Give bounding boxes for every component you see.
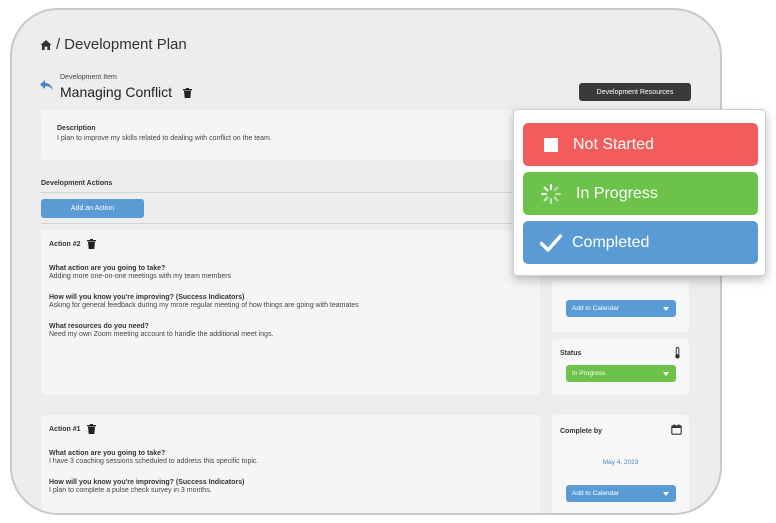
add-action-button[interactable]: Add an Action <box>41 199 144 218</box>
add-to-calendar-select[interactable]: Add to Calendar <box>566 300 676 317</box>
status-card: Status In Progress <box>552 339 689 395</box>
action-question-block: How will you know you're improving? (Suc… <box>49 479 532 494</box>
home-icon[interactable] <box>40 39 52 51</box>
question-label: What action are you going to take? <box>49 265 166 272</box>
item-kicker: Development Item <box>60 74 117 81</box>
action-card: Action #1 What action are you going to t… <box>41 415 540 513</box>
question-label: What action are you going to take? <box>49 450 166 457</box>
status-select[interactable]: In Progress <box>566 365 676 382</box>
complete-by-date[interactable]: May 4, 2023 <box>552 459 689 466</box>
calendar-card: Add to Calendar <box>552 280 689 332</box>
status-option-not-started[interactable]: Not Started <box>523 123 758 166</box>
action-question-block: What action are you going to take? I hav… <box>49 450 532 465</box>
caret-down-icon <box>663 492 669 496</box>
question-label: What resources do you need? <box>49 323 149 330</box>
trash-icon[interactable] <box>183 88 192 98</box>
option-label: Completed <box>572 234 650 251</box>
undo-icon[interactable] <box>39 78 55 94</box>
select-value: Add to Calendar <box>572 490 619 497</box>
question-label: How will you know you're improving? (Suc… <box>49 294 245 301</box>
spinner-icon <box>539 182 563 206</box>
answer-text: Asking for general feedback during my mr… <box>49 302 359 309</box>
action-header: Action #1 <box>49 424 532 434</box>
action-header: Action #2 <box>49 239 532 249</box>
action-heading: Action #1 <box>49 425 81 433</box>
development-actions-label: Development Actions <box>41 180 113 187</box>
item-title: Managing Conflict <box>60 84 173 100</box>
complete-by-card: Complete by May 4, 2023 Add to Calendar <box>552 415 689 513</box>
answer-text: Need my own Zoom meeting account to hand… <box>49 331 274 338</box>
select-value: In Progress <box>572 370 606 377</box>
trash-icon[interactable] <box>86 424 96 434</box>
option-label: In Progress <box>576 185 658 202</box>
select-value: Add to Calendar <box>572 305 619 312</box>
thermometer-icon <box>674 347 681 359</box>
answer-text: I plan to complete a pulse check survey … <box>49 487 212 494</box>
status-option-completed[interactable]: Completed <box>523 221 758 264</box>
action-question-block: What resources do you need? Need my own … <box>49 323 532 338</box>
complete-by-label: Complete by <box>560 428 603 435</box>
trash-icon[interactable] <box>86 239 96 249</box>
question-label: How will you know you're improving? (Suc… <box>49 479 245 486</box>
calendar-icon[interactable] <box>671 424 682 435</box>
breadcrumb: / Development Plan <box>40 36 187 53</box>
development-resources-button[interactable]: Development Resources <box>579 83 691 101</box>
action-heading: Action #2 <box>49 240 81 248</box>
action-card: Action #2 What action are you going to t… <box>41 230 540 395</box>
stop-square-icon <box>539 133 563 157</box>
answer-text: Adding more one-on-one meetings with my … <box>49 273 232 280</box>
status-label: Status <box>560 350 582 357</box>
answer-text: I have 3 coaching sessions scheduled to … <box>49 458 259 465</box>
action-question-block: What action are you going to take? Addin… <box>49 265 532 280</box>
add-to-calendar-select[interactable]: Add to Calendar <box>566 485 676 502</box>
status-option-in-progress[interactable]: In Progress <box>523 172 758 215</box>
status-options-popover: Not Started In Progress Completed <box>513 109 766 276</box>
caret-down-icon <box>663 307 669 311</box>
breadcrumb-separator: / <box>56 36 61 53</box>
action-question-block: How will you know you're improving? (Suc… <box>49 294 532 309</box>
page-title: Development Plan <box>64 36 187 53</box>
caret-down-icon <box>663 372 669 376</box>
option-label: Not Started <box>573 136 654 153</box>
checkmark-icon <box>539 231 563 255</box>
